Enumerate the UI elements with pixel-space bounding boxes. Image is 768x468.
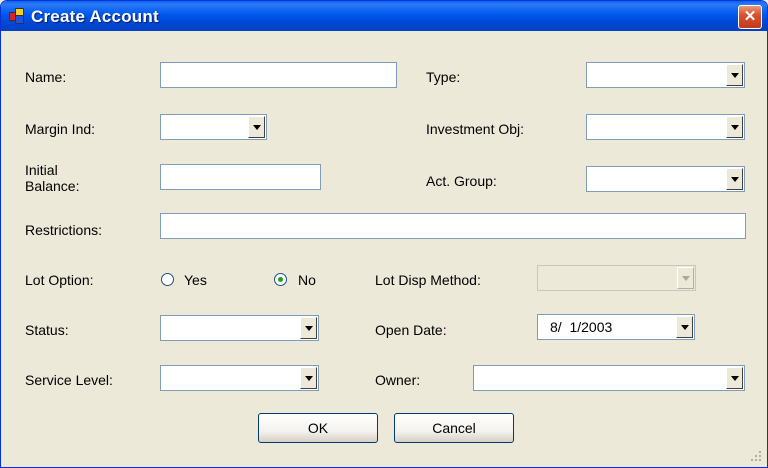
status-label: Status: [25,322,69,338]
service-level-select[interactable] [160,365,319,391]
name-label: Name: [25,69,67,85]
open-date-picker[interactable]: 8/ 1/2003 [537,314,695,340]
initial-balance-field[interactable] [160,164,321,190]
chevron-down-icon[interactable] [726,64,743,86]
lot-disp-method-label: Lot Disp Method: [375,272,481,288]
open-date-label: Open Date: [375,322,447,338]
lot-option-no-radio[interactable] [274,273,287,286]
name-field[interactable] [160,62,397,88]
app-window-icon [9,8,25,24]
lot-disp-method-select [537,265,696,291]
margin-ind-label: Margin Ind: [25,121,96,137]
close-button[interactable]: ✕ [738,5,762,29]
restrictions-field[interactable] [160,213,746,239]
owner-select[interactable] [473,365,745,391]
title-bar[interactable]: Create Account ✕ [1,1,767,31]
chevron-down-icon[interactable] [676,316,693,338]
chevron-down-icon[interactable] [300,367,317,389]
type-select[interactable] [586,62,745,88]
chevron-down-icon [677,267,694,289]
cancel-button[interactable]: Cancel [394,413,514,443]
service-level-label: Service Level: [25,372,113,388]
investment-obj-select[interactable] [586,114,745,140]
initial-balance-label-line1: Initial [25,162,58,178]
act-group-select[interactable] [586,166,745,192]
window-title: Create Account [31,7,159,26]
type-label: Type: [426,69,461,85]
margin-ind-select[interactable] [160,114,267,140]
chevron-down-icon[interactable] [248,116,265,138]
ok-button[interactable]: OK [258,413,378,443]
lot-option-yes-label[interactable]: Yes [184,272,207,288]
chevron-down-icon[interactable] [300,317,317,339]
create-account-dialog: Create Account ✕ Name: Type: Margin Ind:… [0,0,768,468]
owner-label: Owner: [375,372,421,388]
restrictions-label: Restrictions: [25,222,103,238]
open-date-value: 8/ 1/2003 [550,319,613,335]
initial-balance-label-line2: Balance: [25,178,80,194]
status-select[interactable] [160,315,319,341]
investment-obj-label: Investment Obj: [426,121,525,137]
chevron-down-icon[interactable] [726,168,743,190]
lot-option-label: Lot Option: [25,272,94,288]
act-group-label: Act. Group: [426,173,497,189]
chevron-down-icon[interactable] [726,367,743,389]
lot-option-no-label[interactable]: No [298,272,316,288]
chevron-down-icon[interactable] [726,116,743,138]
lot-option-yes-radio[interactable] [161,273,174,286]
close-icon: ✕ [743,8,757,25]
resize-grip-icon[interactable] [749,449,763,463]
